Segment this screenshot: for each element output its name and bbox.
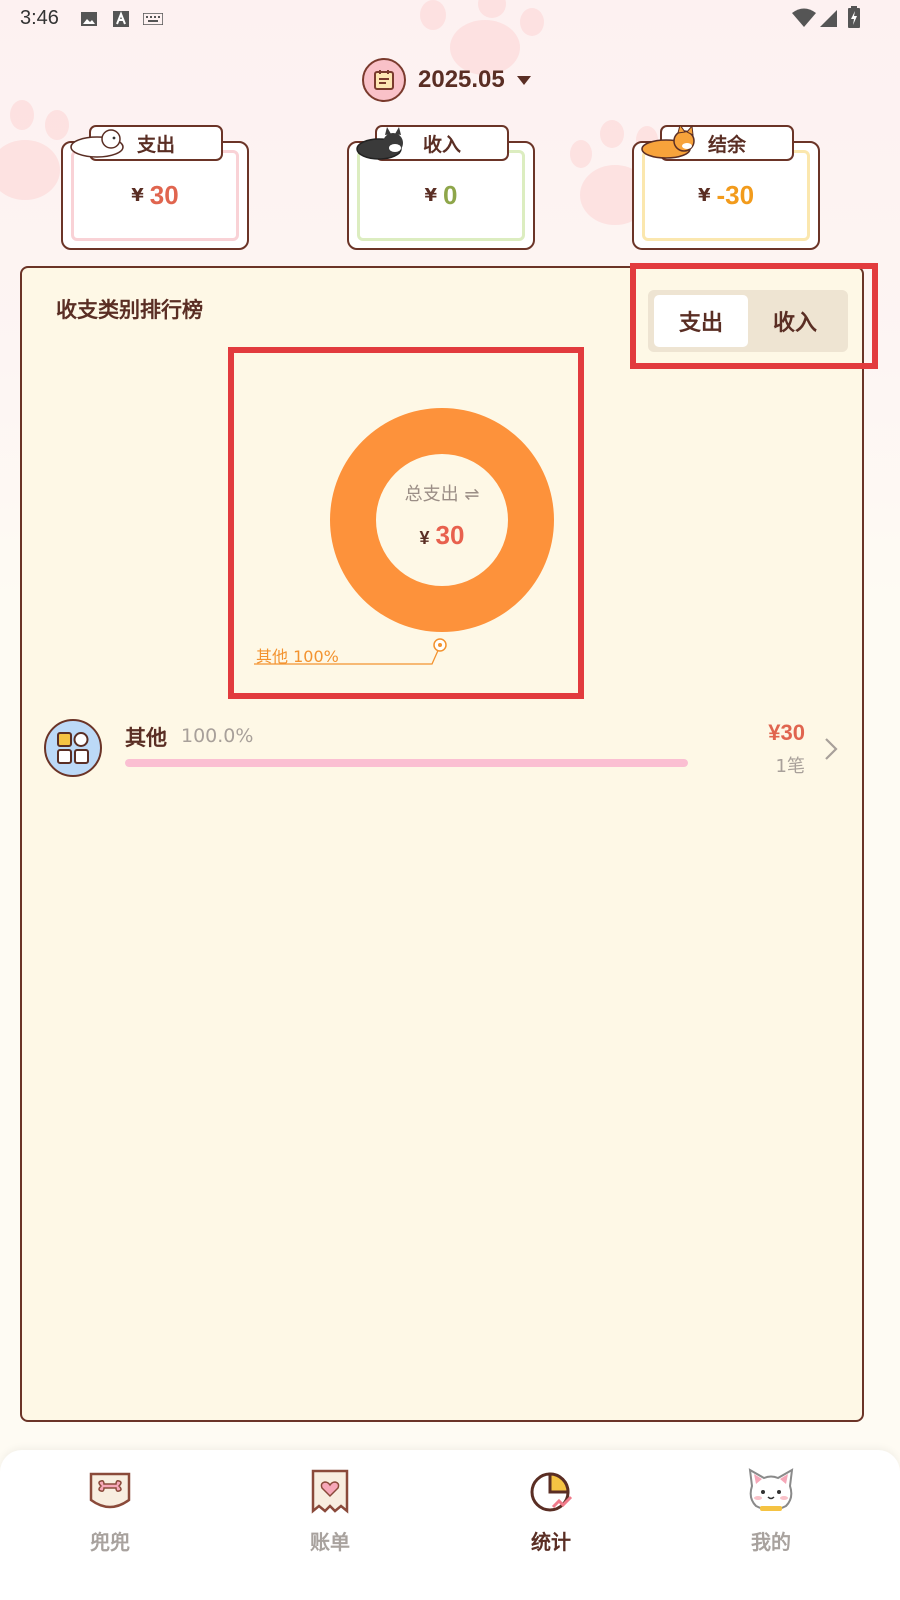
balance-summary-card[interactable]: ¥ -30 结余	[632, 125, 820, 250]
income-amount: 0	[443, 180, 458, 210]
type-toggle: 支出 收入	[648, 290, 848, 352]
category-progress-fill	[125, 759, 688, 767]
ranking-title: 收支类别排行榜	[56, 298, 203, 322]
income-summary-card[interactable]: ¥ 0 收入	[347, 125, 535, 250]
toggle-income-button[interactable]: 收入	[748, 295, 842, 347]
month-selector[interactable]: 2025.05	[362, 58, 531, 102]
status-bar: 3:46	[0, 0, 900, 36]
nav-item-bill[interactable]: 账单	[270, 1466, 390, 1555]
donut-currency: ¥	[419, 528, 430, 548]
caret-down-icon	[516, 75, 531, 85]
expense-label: 支出	[136, 133, 175, 156]
nav-item-doudou[interactable]: 兜兜	[50, 1466, 170, 1555]
bill-heart-icon	[311, 1469, 349, 1514]
toggle-expense-button[interactable]: 支出	[654, 295, 748, 347]
nav-label-bill: 账单	[310, 1530, 350, 1554]
image-icon	[81, 12, 97, 26]
income-currency: ¥	[424, 185, 438, 206]
text-a-icon	[113, 11, 129, 27]
balance-amount: -30	[716, 180, 755, 210]
keyboard-icon	[143, 13, 163, 25]
nav-label-mine: 我的	[751, 1530, 791, 1554]
nav-label-doudou: 兜兜	[90, 1530, 130, 1554]
expense-currency: ¥	[131, 185, 144, 206]
chevron-right-icon[interactable]	[822, 736, 840, 762]
bottom-navigation: 兜兜 账单 统计 我的	[0, 1450, 900, 1600]
donut-center-label: 总支出 ⇌	[404, 484, 480, 505]
donut-center[interactable]: 总支出 ⇌ ¥30	[375, 480, 509, 551]
category-progress-bar	[125, 759, 688, 767]
pie-chart-icon	[530, 1472, 573, 1512]
category-other-icon	[44, 719, 102, 777]
status-time: 3:46	[20, 7, 59, 29]
black-cat-icon	[356, 127, 403, 160]
corgi-icon	[641, 125, 695, 159]
nav-label-stats: 统计	[531, 1530, 571, 1554]
signal-icon	[820, 10, 837, 27]
category-percent: 100.0%	[181, 725, 254, 747]
income-label: 收入	[422, 133, 461, 156]
cat-face-icon	[748, 1468, 794, 1511]
donut-total: 30	[435, 520, 465, 550]
month-label: 2025.05	[418, 66, 505, 93]
battery-icon	[848, 6, 860, 28]
white-dog-icon	[70, 129, 124, 158]
balance-currency: ¥	[697, 185, 711, 206]
calendar-icon	[362, 58, 406, 102]
nav-item-stats[interactable]: 统计	[491, 1466, 611, 1555]
nav-item-mine[interactable]: 我的	[711, 1466, 831, 1555]
donut-leader-label: 其他 100%	[256, 647, 339, 666]
category-count: 1笔	[775, 756, 805, 777]
category-name[interactable]: 其他	[125, 722, 167, 752]
bone-card-icon	[89, 1472, 131, 1509]
expense-amount: 30	[149, 180, 179, 210]
wifi-icon	[792, 8, 816, 27]
balance-label: 结余	[707, 133, 746, 156]
category-amount: ¥30	[768, 720, 805, 745]
expense-summary-card[interactable]: ¥ 30 支出	[61, 125, 249, 250]
